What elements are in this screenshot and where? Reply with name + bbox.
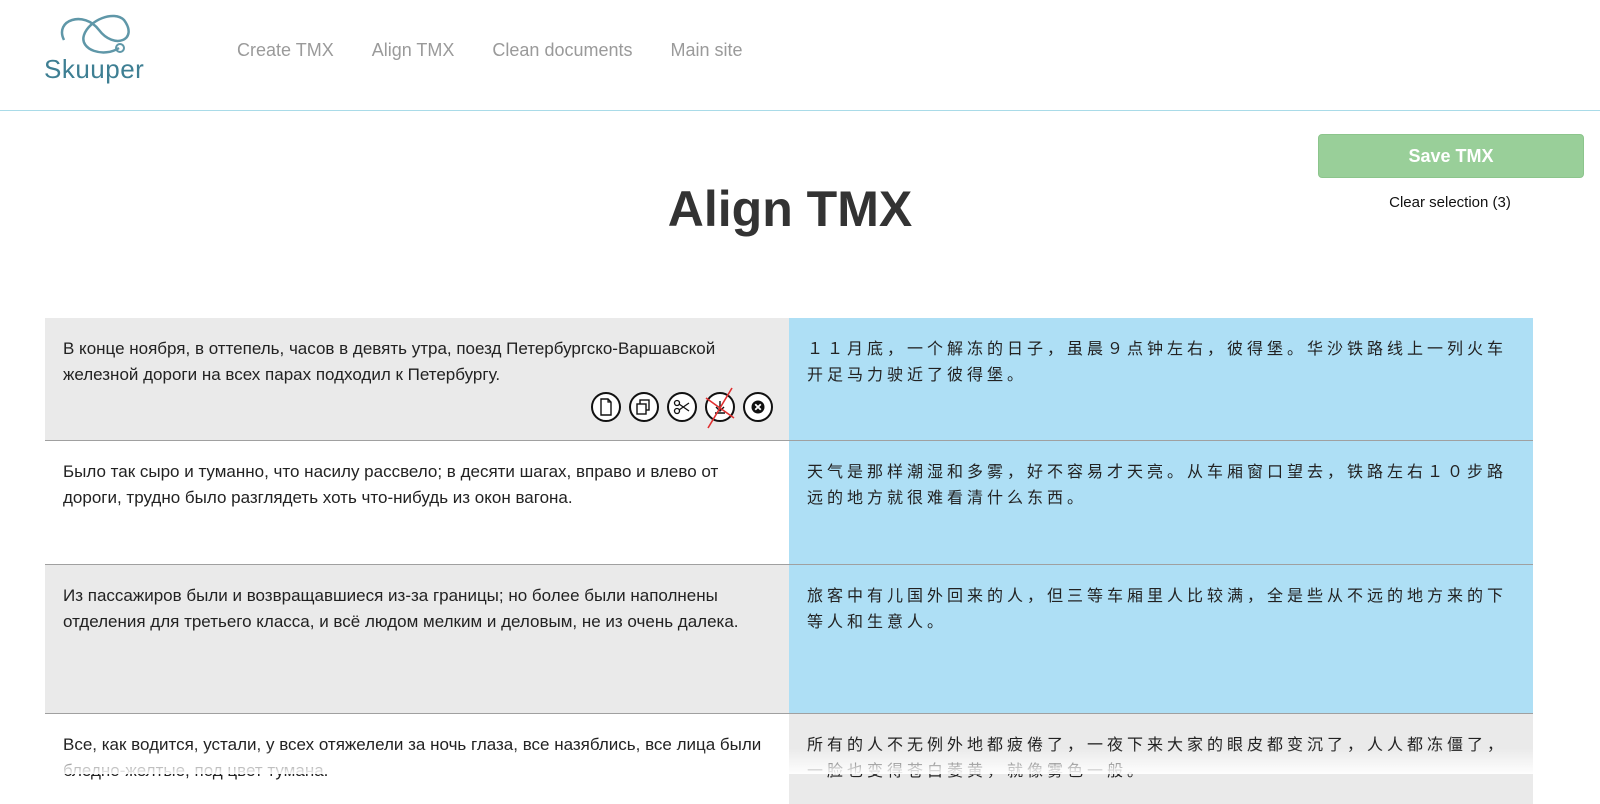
target-segment-selected[interactable]: 天气是那样潮湿和多雾，好不容易才天亮。从车厢窗口望去，铁路左右１０步路远的地方就… — [789, 441, 1533, 564]
nav-main-site[interactable]: Main site — [671, 40, 743, 61]
nav-clean-documents[interactable]: Clean documents — [492, 40, 632, 61]
logo-text: Skuuper — [44, 54, 145, 84]
source-text: В конце ноября, в оттепель, часов в девя… — [63, 339, 716, 384]
target-text: 所有的人不无例外地都疲倦了，一夜下来大家的眼皮都变沉了，人人都冻僵了，一脸也变得… — [807, 735, 1508, 780]
source-segment[interactable]: Из пассажиров были и возвращавшиеся из-з… — [45, 565, 789, 713]
save-tmx-button[interactable]: Save TMX — [1318, 134, 1584, 178]
copy-icon[interactable] — [629, 392, 659, 422]
page-title: Align TMX — [667, 181, 913, 237]
nav-create-tmx[interactable]: Create TMX — [237, 40, 334, 61]
nav-align-tmx[interactable]: Align TMX — [372, 40, 455, 61]
table-row: Из пассажиров были и возвращавшиеся из-з… — [45, 565, 1533, 714]
top-header: Skuuper Create TMX Align TMX Clean docum… — [0, 0, 1600, 111]
alignment-table: В конце ноября, в оттепель, часов в девя… — [45, 318, 1533, 804]
skuuper-logo[interactable]: Skuuper — [44, 10, 154, 90]
table-row: В конце ноября, в оттепель, часов в девя… — [45, 318, 1533, 441]
target-segment[interactable]: 所有的人不无例外地都疲倦了，一夜下来大家的眼皮都变沉了，人人都冻僵了，一脸也变得… — [789, 714, 1533, 804]
logo-mark-icon — [60, 14, 130, 54]
target-segment-selected[interactable]: 旅客中有儿国外回来的人，但三等车厢里人比较满，全是些从不远的地方来的下等人和生意… — [789, 565, 1533, 713]
new-document-icon[interactable] — [591, 392, 621, 422]
source-segment[interactable]: В конце ноября, в оттепель, часов в девя… — [45, 318, 789, 440]
main-nav: Create TMX Align TMX Clean documents Mai… — [237, 40, 781, 61]
segment-toolbar — [591, 387, 773, 429]
merge-down-disabled-icon[interactable] — [705, 387, 735, 429]
delete-icon[interactable] — [743, 392, 773, 422]
table-row: Все, как водится, устали, у всех отяжеле… — [45, 714, 1533, 804]
target-text: １１月底，一个解冻的日子，虽晨９点钟左右，彼得堡。华沙铁路线上一列火车开足马力驶… — [807, 339, 1508, 384]
source-text: Было так сыро и туманно, что насилу расс… — [63, 462, 719, 507]
scissors-icon[interactable] — [667, 392, 697, 422]
target-text: 天气是那样潮湿和多雾，好不容易才天亮。从车厢窗口望去，铁路左右１０步路远的地方就… — [807, 462, 1508, 507]
source-text: Из пассажиров были и возвращавшиеся из-з… — [63, 586, 739, 631]
source-segment[interactable]: Все, как водится, устали, у всех отяжеле… — [45, 714, 789, 804]
source-segment[interactable]: Было так сыро и туманно, что насилу расс… — [45, 441, 789, 564]
target-segment-selected[interactable]: １１月底，一个解冻的日子，虽晨９点钟左右，彼得堡。华沙铁路线上一列火车开足马力驶… — [789, 318, 1533, 440]
target-text: 旅客中有儿国外回来的人，但三等车厢里人比较满，全是些从不远的地方来的下等人和生意… — [807, 586, 1508, 631]
table-row: Было так сыро и туманно, что насилу расс… — [45, 441, 1533, 565]
source-text: Все, как водится, устали, у всех отяжеле… — [63, 735, 762, 780]
